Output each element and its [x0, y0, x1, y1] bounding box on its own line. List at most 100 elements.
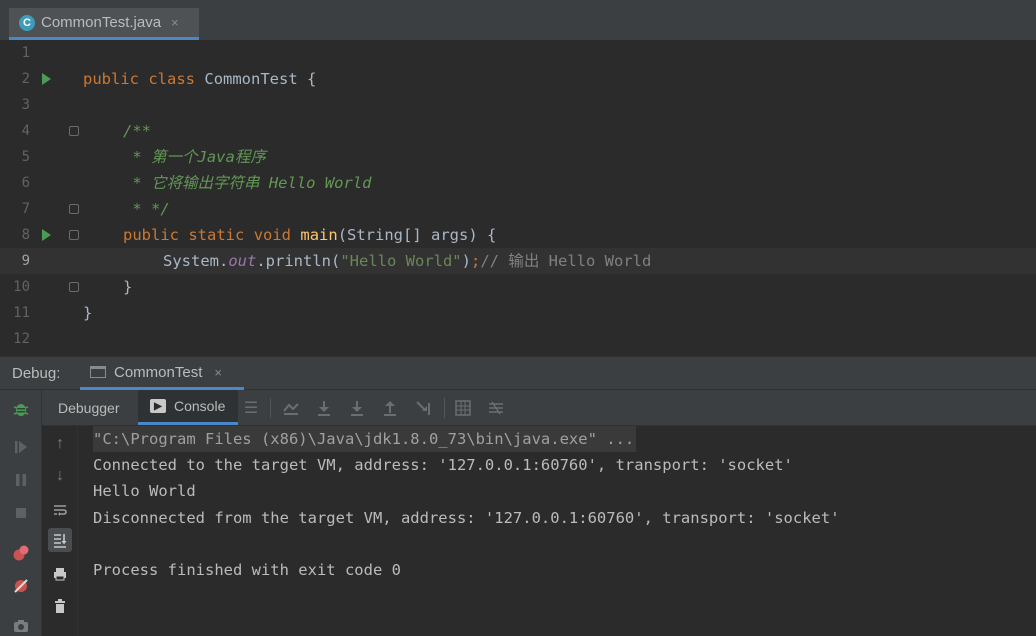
run-to-cursor-icon[interactable]	[414, 399, 432, 417]
console-line: Hello World	[93, 482, 196, 500]
method-params: (String[] args) {	[337, 226, 497, 244]
java-class-icon: C	[19, 14, 35, 31]
toolbar-separator	[270, 398, 271, 418]
static-field: out	[228, 252, 257, 270]
line-number: 12	[13, 331, 30, 347]
run-config-icon	[90, 366, 106, 378]
code-line: 7 * */	[0, 196, 1036, 222]
console-output[interactable]: "C:\Program Files (x86)\Java\jdk1.8.0_73…	[78, 426, 1036, 636]
debug-bug-icon[interactable]	[11, 399, 31, 419]
step-into-icon[interactable]	[348, 399, 366, 417]
session-tab-label: CommonTest	[114, 363, 203, 381]
line-number: 3	[21, 97, 30, 113]
brace: }	[83, 304, 93, 322]
trace-icon[interactable]	[487, 399, 505, 417]
arrow-down-icon[interactable]: ↓	[48, 464, 72, 488]
step-over-icon[interactable]	[315, 399, 333, 417]
scroll-to-end-icon[interactable]	[48, 528, 72, 552]
mute-breakpoints-icon[interactable]	[11, 576, 31, 596]
line-number: 4	[21, 123, 30, 139]
line-comment: // 输出 Hello World	[480, 252, 652, 270]
fold-icon[interactable]	[69, 282, 79, 292]
tab-console[interactable]: ▶ Console	[138, 390, 238, 425]
semicolon: ;	[471, 252, 481, 270]
toolbar-separator	[444, 398, 445, 418]
tab-debugger[interactable]: Debugger	[58, 390, 120, 425]
close-icon[interactable]: ×	[171, 15, 179, 30]
trash-icon[interactable]	[48, 594, 72, 618]
code-line: 4 /**	[0, 118, 1036, 144]
resume-icon[interactable]	[11, 437, 31, 457]
view-breakpoints-icon[interactable]	[11, 543, 31, 563]
line-number: 11	[13, 305, 30, 321]
show-execution-point-icon[interactable]	[282, 399, 300, 417]
doc-comment: * */	[123, 200, 170, 218]
tab-debugger-label: Debugger	[58, 399, 120, 416]
code-editor[interactable]: 1 2 public class CommonTest { 3 4 /** 5 …	[0, 40, 1036, 356]
hamburger-menu-icon[interactable]: ☰	[242, 399, 260, 417]
method-name: main	[300, 226, 338, 244]
fold-icon[interactable]	[69, 126, 79, 136]
code-line-current: 9 System.out.println("Hello World");// 输…	[0, 248, 1036, 274]
fold-icon[interactable]	[69, 204, 79, 214]
debug-tool-window-header: Debug: CommonTest ×	[0, 356, 1036, 390]
doc-comment: * 第一个Java程序	[123, 148, 266, 166]
editor-tab-commontest[interactable]: C CommonTest.java ×	[9, 8, 199, 40]
console-line-command: "C:\Program Files (x86)\Java\jdk1.8.0_73…	[93, 426, 637, 452]
keyword: public	[123, 226, 179, 244]
paren: )	[461, 252, 471, 270]
line-number: 6	[21, 175, 30, 191]
code-line: 2 public class CommonTest {	[0, 66, 1036, 92]
console-line: Connected to the target VM, address: '12…	[93, 456, 793, 474]
pause-icon[interactable]	[11, 470, 31, 490]
step-out-icon[interactable]	[381, 399, 399, 417]
line-number: 1	[21, 45, 30, 61]
brace: }	[123, 278, 133, 296]
editor-tab-label: CommonTest.java	[41, 14, 162, 31]
keyword: public	[83, 70, 139, 88]
keyword: static	[188, 226, 245, 244]
stop-icon[interactable]	[11, 503, 31, 523]
evaluate-expression-icon[interactable]	[454, 399, 472, 417]
line-number: 7	[21, 201, 30, 217]
close-icon[interactable]: ×	[214, 365, 222, 380]
console-line: Process finished with exit code 0	[93, 561, 401, 579]
run-class-icon[interactable]	[42, 73, 51, 85]
code-line: 10 }	[0, 274, 1036, 300]
debug-subtab-bar: Debugger ▶ Console ☰	[42, 390, 1036, 426]
code-line: 3	[0, 92, 1036, 118]
doc-comment: /**	[123, 122, 151, 140]
soft-wrap-icon[interactable]	[48, 498, 72, 522]
console-line: Disconnected from the target VM, address…	[93, 509, 840, 527]
code-line: 8 public static void main(String[] args)…	[0, 222, 1036, 248]
keyword: void	[253, 226, 292, 244]
line-number: 8	[21, 227, 30, 243]
code-line: 5 * 第一个Java程序	[0, 144, 1036, 170]
code-line: 1	[0, 40, 1036, 66]
code-text: public class CommonTest {	[83, 66, 316, 92]
debug-left-toolbar	[0, 390, 42, 636]
class-name: CommonTest	[204, 70, 298, 88]
fold-icon[interactable]	[69, 230, 79, 240]
code-line: 12	[0, 326, 1036, 352]
run-main-icon[interactable]	[42, 229, 51, 241]
tab-console-label: Console	[174, 398, 226, 414]
code-text: public static void main(String[] args) {	[123, 222, 496, 248]
debug-session-tab[interactable]: CommonTest ×	[80, 357, 244, 390]
class-ref: System.	[163, 252, 229, 270]
camera-icon[interactable]	[11, 616, 31, 636]
code-line: 11 }	[0, 300, 1036, 326]
arrow-up-icon[interactable]: ↑	[48, 432, 72, 456]
editor-tab-bar: C CommonTest.java ×	[0, 0, 1036, 41]
print-icon[interactable]	[48, 562, 72, 586]
method-call: .println(	[256, 252, 341, 270]
line-number: 2	[21, 71, 30, 87]
string-literal: "Hello World"	[340, 252, 462, 270]
keyword: class	[148, 70, 196, 88]
code-line: 6 * 它将输出字符串 Hello World	[0, 170, 1036, 196]
debug-label: Debug:	[12, 365, 61, 382]
brace: {	[307, 70, 317, 88]
line-number: 10	[13, 279, 30, 295]
console-side-toolbar: ↑ ↓	[42, 426, 78, 636]
line-number: 5	[21, 149, 30, 165]
